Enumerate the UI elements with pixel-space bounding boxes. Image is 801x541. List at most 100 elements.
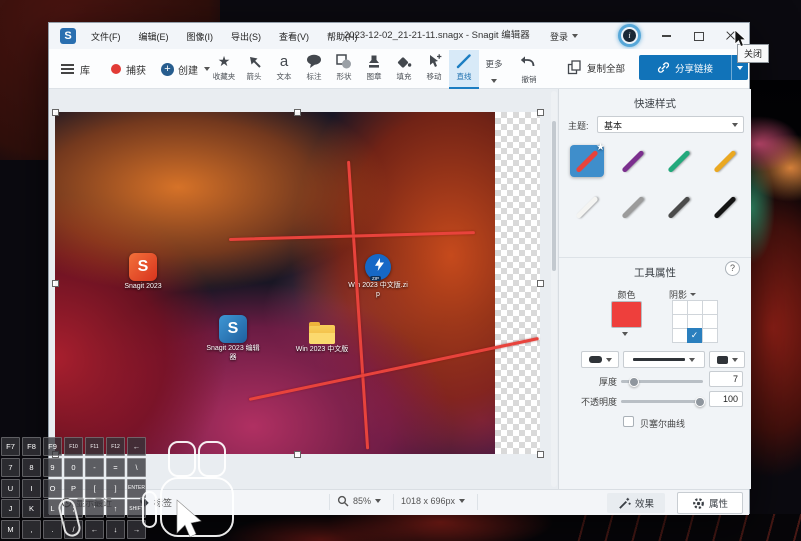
osk-key-F12[interactable]: F12 [106, 437, 125, 456]
menu-item-1[interactable]: 编辑(E) [130, 30, 178, 43]
help-icon[interactable] [725, 261, 740, 276]
selection-handle[interactable] [293, 108, 301, 116]
properties-button[interactable]: 属性 [677, 492, 743, 514]
osk-key-7[interactable]: 7 [1, 457, 20, 477]
copy-all-button[interactable]: 复制全部 [567, 60, 625, 75]
shadow-option-6[interactable] [671, 327, 688, 343]
osk-key-][interactable]: ] [106, 478, 125, 498]
image-selection[interactable]: Snagit 2023Win 2023 中文版.zipSnagit 2023 编… [51, 108, 544, 458]
menu-item-0[interactable]: 文件(F) [82, 30, 130, 43]
tool-fill[interactable]: 填充 [389, 50, 419, 89]
selection-handle[interactable] [51, 108, 59, 116]
captured-image[interactable]: Snagit 2023Win 2023 中文版.zipSnagit 2023 编… [55, 112, 495, 454]
library-button[interactable]: 库 [80, 62, 90, 77]
menu-item-4[interactable]: 查看(V) [270, 30, 318, 43]
tool-more[interactable]: 更多 [479, 50, 509, 89]
canvas-size-control[interactable]: 1018 x 696px [401, 496, 466, 506]
osk-key-P[interactable]: P [64, 478, 83, 498]
minimize-button[interactable] [651, 23, 681, 49]
share-link-button[interactable]: 分享链接 [639, 55, 731, 80]
desktop-icon: Win 2023 中文版 [292, 318, 352, 355]
capture-button[interactable]: 捕获 [126, 62, 146, 77]
zoom-level: 85% [353, 496, 372, 506]
shadow-option-5[interactable] [701, 313, 718, 329]
create-button[interactable]: 创建 [178, 62, 198, 77]
color-swatch[interactable] [611, 301, 642, 328]
undo-button[interactable]: 撤销 [511, 53, 547, 85]
shadow-option-3[interactable] [671, 313, 688, 329]
osk-key-=[interactable]: = [106, 457, 125, 477]
effects-button[interactable]: 效果 [607, 493, 665, 513]
hamburger-menu-icon[interactable] [61, 64, 74, 77]
osk-key-↑[interactable]: ↑ [106, 499, 125, 519]
tool-arrow[interactable]: 箭头 [239, 50, 269, 89]
bezier-checkbox[interactable] [623, 416, 634, 427]
selection-handle[interactable] [536, 450, 544, 458]
menu-item-3[interactable]: 导出(S) [222, 30, 270, 43]
zoom-control[interactable]: 85% [337, 495, 382, 507]
thickness-label: 厚度 [598, 377, 617, 387]
osk-key-J[interactable]: J [1, 499, 20, 519]
line-end-endpoint-select[interactable] [709, 351, 745, 368]
selection-handle[interactable] [51, 279, 59, 287]
osk-key-M[interactable]: M [1, 520, 20, 540]
opacity-label: 不透明度 [580, 397, 617, 407]
osk-key-O[interactable]: O [43, 478, 62, 498]
osk-key-F11[interactable]: F11 [85, 437, 104, 456]
shadow-option-7[interactable]: ✓ [686, 327, 703, 343]
theme-select[interactable]: 基本 [597, 116, 744, 133]
opacity-input[interactable] [709, 391, 743, 407]
menu-item-2[interactable]: 图像(I) [178, 30, 223, 43]
tool-stamp[interactable]: 图章 [359, 50, 389, 89]
selection-handle[interactable] [536, 279, 544, 287]
tool-move[interactable]: 移动 [419, 50, 449, 89]
endpoint-icon [716, 355, 728, 364]
tool-callout[interactable]: 标注 [299, 50, 329, 89]
osk-key-F9[interactable]: F9 [43, 437, 62, 456]
sign-in-button[interactable]: 登录 [550, 23, 579, 49]
style-swatch-2[interactable] [662, 145, 696, 177]
osk-key-U[interactable]: U [1, 478, 20, 498]
osk-key-F7[interactable]: F7 [1, 437, 20, 456]
osk-key-8[interactable]: 8 [22, 457, 41, 477]
style-swatch-1[interactable] [616, 145, 650, 177]
tool-favorites[interactable]: ★ 收藏夹 [209, 50, 239, 89]
osk-key-0[interactable]: 0 [64, 457, 83, 477]
line-start-endpoint-select[interactable] [581, 351, 619, 368]
thickness-slider-knob[interactable] [629, 376, 639, 387]
style-swatch-3[interactable] [708, 145, 742, 177]
selection-handle[interactable] [536, 108, 544, 116]
osk-key-K[interactable]: K [22, 499, 41, 519]
osk-key-,[interactable]: , [22, 520, 41, 540]
scrollbar-thumb[interactable] [552, 121, 556, 271]
shadow-option-4[interactable] [686, 313, 703, 329]
info-icon[interactable] [618, 24, 641, 47]
shadow-option-1[interactable] [686, 299, 703, 315]
style-swatch-7[interactable] [708, 191, 742, 223]
maximize-button[interactable] [684, 23, 714, 49]
tool-shape[interactable]: 形状 [329, 50, 359, 89]
style-swatch-4[interactable] [570, 191, 604, 223]
osk-key-↓[interactable]: ↓ [106, 520, 125, 540]
osk-key-9[interactable]: 9 [43, 457, 62, 477]
osk-key-F10[interactable]: F10 [64, 437, 83, 456]
opacity-slider[interactable] [621, 400, 703, 403]
tool-text[interactable]: a 文本 [269, 50, 299, 89]
shadow-option-2[interactable] [701, 299, 718, 315]
canvas-scrollbar[interactable] [551, 91, 557, 487]
style-swatch-0[interactable] [570, 142, 605, 177]
shadow-option-8[interactable] [701, 327, 718, 343]
shadow-option-0[interactable] [671, 299, 688, 315]
osk-key-I[interactable]: I [22, 478, 41, 498]
style-swatch-6[interactable] [662, 191, 696, 223]
osk-key-F8[interactable]: F8 [22, 437, 41, 456]
osk-key-[[interactable]: [ [85, 478, 104, 498]
line-style-select[interactable] [623, 351, 705, 368]
canvas-area[interactable]: Snagit 2023Win 2023 中文版.zipSnagit 2023 编… [49, 89, 558, 489]
style-swatch-5[interactable] [616, 191, 650, 223]
opacity-slider-knob[interactable] [695, 396, 705, 407]
thickness-input[interactable] [709, 371, 743, 387]
osk-key--[interactable]: - [85, 457, 104, 477]
chevron-down-icon[interactable] [622, 332, 628, 336]
tool-line[interactable]: 直线 [449, 50, 479, 89]
